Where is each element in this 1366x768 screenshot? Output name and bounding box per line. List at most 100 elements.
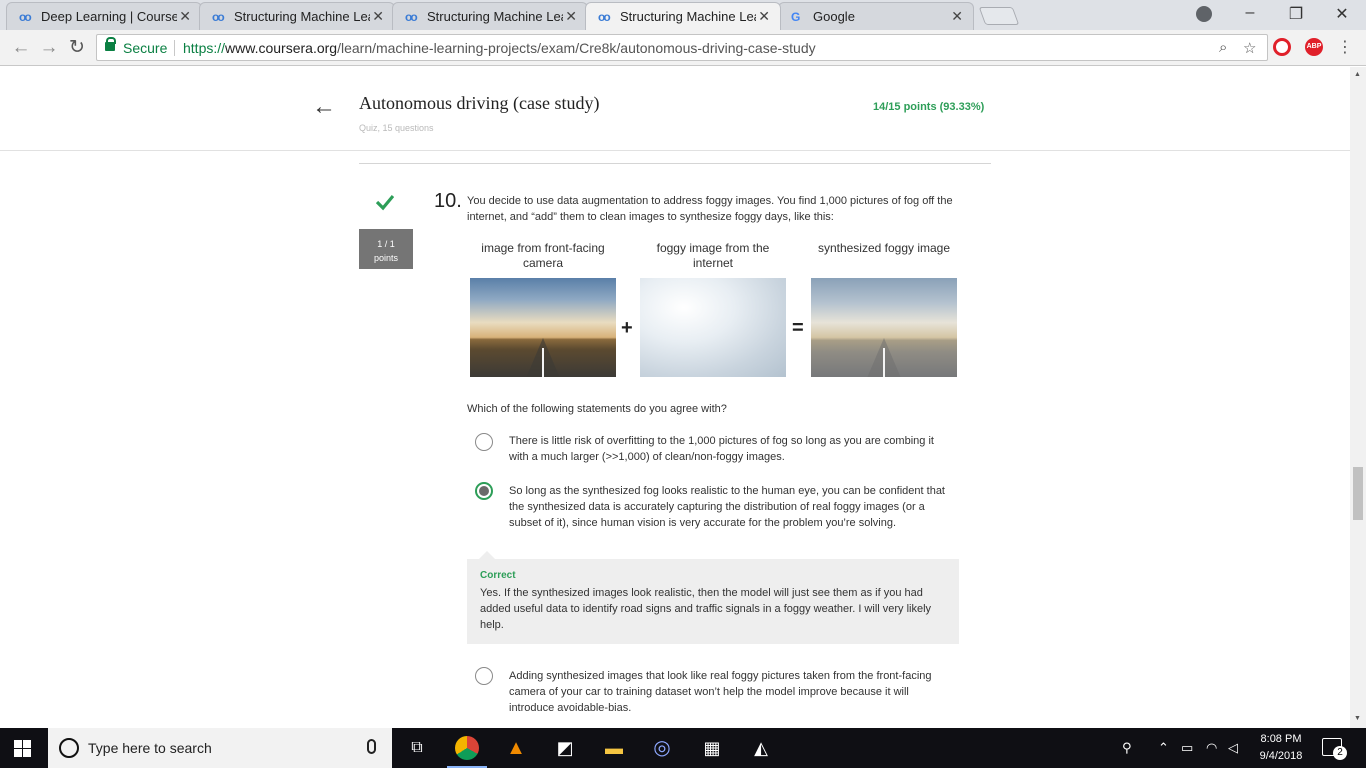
option-text-2[interactable]: So long as the synthesized fog looks rea…	[509, 483, 949, 531]
clock-time: 8:08 PM	[1260, 733, 1302, 745]
divider	[359, 163, 991, 164]
tab-structuring-active[interactable]: oo Structuring Machine Lear ✕	[585, 2, 781, 30]
page-content: ← Autonomous driving (case study) Quiz, …	[0, 67, 1350, 728]
question-text: You decide to use data augmentation to a…	[467, 195, 953, 223]
tab-deep-learning[interactable]: oo Deep Learning | Coursera ✕	[6, 2, 202, 30]
close-icon[interactable]: ✕	[179, 8, 191, 24]
google-icon: G	[791, 10, 801, 24]
coursera-icon: oo	[19, 10, 32, 24]
coursera-icon: oo	[405, 10, 418, 24]
windows-start-icon[interactable]	[14, 740, 31, 757]
bookmark-star-icon[interactable]: ☆	[1243, 39, 1256, 57]
taskbar-search-box[interactable]: Type here to search	[48, 728, 392, 768]
url-text[interactable]: https://www.coursera.org/learn/machine-l…	[183, 40, 816, 56]
quiz-header: ← Autonomous driving (case study) Quiz, …	[0, 67, 1350, 151]
feedback-box: Correct Yes. If the synthesized images l…	[467, 551, 959, 644]
url-host: www.coursera.org	[225, 40, 338, 56]
scroll-down-icon[interactable]: ▼	[1354, 715, 1361, 722]
option-radio-2[interactable]	[475, 482, 493, 500]
synthesized-fog-image	[811, 278, 957, 377]
url-scheme: https://	[183, 40, 226, 56]
question-number: 10.	[434, 190, 462, 212]
taskbar-clock[interactable]: 8:08 PM 9/4/2018	[1254, 731, 1308, 765]
tab-google[interactable]: G Google ✕	[778, 2, 974, 30]
task-view-icon[interactable]: ⧉	[405, 736, 429, 760]
browser-toolbar: ← → ↻ Secure https://www.coursera.org/le…	[0, 30, 1366, 66]
quiz-score: 14/15 points (93.33%)	[873, 101, 985, 113]
tab-title: Structuring Machine Lear	[234, 9, 370, 24]
points-value: 1 / 1	[377, 239, 395, 249]
close-icon[interactable]: ✕	[951, 8, 963, 24]
option-text-1[interactable]: There is little risk of overfitting to t…	[509, 433, 949, 465]
forward-icon[interactable]: →	[38, 37, 60, 59]
battery-icon[interactable]: ▭	[1181, 740, 1193, 756]
opera-extension-icon[interactable]	[1273, 38, 1291, 56]
new-tab-button[interactable]	[978, 7, 1020, 25]
close-icon[interactable]: ✕	[565, 8, 577, 24]
tab-structuring-1[interactable]: oo Structuring Machine Lear ✕	[199, 2, 395, 30]
scroll-thumb[interactable]	[1353, 467, 1363, 520]
road-image	[470, 278, 616, 377]
road-line	[883, 348, 885, 377]
feedback-text: Yes. If the synthesized images look real…	[480, 587, 932, 631]
lock-icon	[105, 37, 116, 51]
option-text-3[interactable]: Adding synthesized images that look like…	[509, 668, 949, 716]
vlc-icon[interactable]: ▲	[504, 736, 528, 760]
scroll-up-icon[interactable]: ▲	[1354, 71, 1361, 78]
coursera-icon: oo	[212, 10, 225, 24]
back-icon[interactable]: ←	[10, 37, 32, 59]
checkmark-icon	[376, 194, 394, 211]
zoom-icon[interactable]: ⌕	[1219, 39, 1227, 56]
adblock-icon[interactable]: ABP	[1305, 38, 1323, 56]
photos-icon[interactable]: ◭	[749, 736, 773, 760]
search-placeholder: Type here to search	[88, 740, 212, 756]
tab-title: Structuring Machine Lear	[427, 9, 563, 24]
windows-taskbar: Type here to search ⧉ ▲ ◩ ▬ ◎ ▦ ◭ ⚲ ⌃ ▭ …	[0, 728, 1366, 768]
tab-title: Google	[813, 9, 855, 24]
restore-icon[interactable]: ❐	[1284, 4, 1308, 24]
calculator-icon[interactable]: ▦	[700, 736, 724, 760]
close-window-icon[interactable]: ✕	[1330, 4, 1354, 24]
file-explorer-icon[interactable]: ▬	[602, 736, 626, 760]
people-icon[interactable]: ⚲	[1122, 740, 1132, 756]
plus-sign: +	[621, 317, 633, 339]
secure-label: Secure	[123, 40, 168, 56]
tab-title: Deep Learning | Coursera	[41, 9, 177, 24]
address-bar[interactable]: Secure https://www.coursera.org/learn/ma…	[96, 34, 1268, 61]
tab-title: Structuring Machine Lear	[620, 9, 756, 24]
profile-icon[interactable]	[1196, 6, 1212, 22]
chrome-icon[interactable]	[455, 736, 479, 760]
page-title: Autonomous driving (case study)	[359, 93, 600, 113]
fog-image	[640, 278, 786, 377]
snipping-tool-icon[interactable]: ◩	[553, 736, 577, 760]
feedback-title: Correct	[480, 570, 516, 581]
menu-icon[interactable]: ⋮	[1334, 37, 1356, 59]
option-radio-1[interactable]	[475, 433, 493, 451]
close-icon[interactable]: ✕	[372, 8, 384, 24]
microphone-icon[interactable]	[367, 739, 376, 754]
reload-icon[interactable]: ↻	[66, 37, 88, 59]
figure-caption-fog: foggy image from the internet	[656, 241, 770, 270]
page-scrollbar[interactable]: ▲ ▼	[1350, 67, 1366, 728]
omnibox-divider	[174, 40, 175, 56]
points-badge: 1 / 1 points	[359, 229, 413, 269]
question-prompt: Which of the following statements do you…	[467, 403, 727, 415]
volume-icon[interactable]: ◁	[1228, 740, 1238, 756]
app-swirl-icon[interactable]: ◎	[650, 736, 674, 760]
tab-structuring-2[interactable]: oo Structuring Machine Lear ✕	[392, 2, 588, 30]
option-radio-3[interactable]	[475, 667, 493, 685]
clock-date: 9/4/2018	[1259, 750, 1303, 762]
minimize-icon[interactable]: –	[1238, 4, 1262, 22]
quiz-subtitle: Quiz, 15 questions	[359, 123, 434, 133]
equals-sign: =	[792, 317, 804, 339]
url-path: /learn/machine-learning-projects/exam/Cr…	[337, 40, 816, 56]
figure-caption-synth: synthesized foggy image	[817, 241, 951, 255]
back-arrow-icon[interactable]: ←	[312, 93, 336, 121]
wifi-icon[interactable]: ◠	[1206, 740, 1217, 756]
coursera-icon: oo	[598, 10, 611, 24]
points-label: points	[373, 253, 399, 263]
cortana-icon	[59, 738, 79, 758]
road-line	[542, 348, 544, 377]
close-icon[interactable]: ✕	[758, 8, 770, 24]
tray-chevron-icon[interactable]: ⌃	[1158, 740, 1169, 756]
